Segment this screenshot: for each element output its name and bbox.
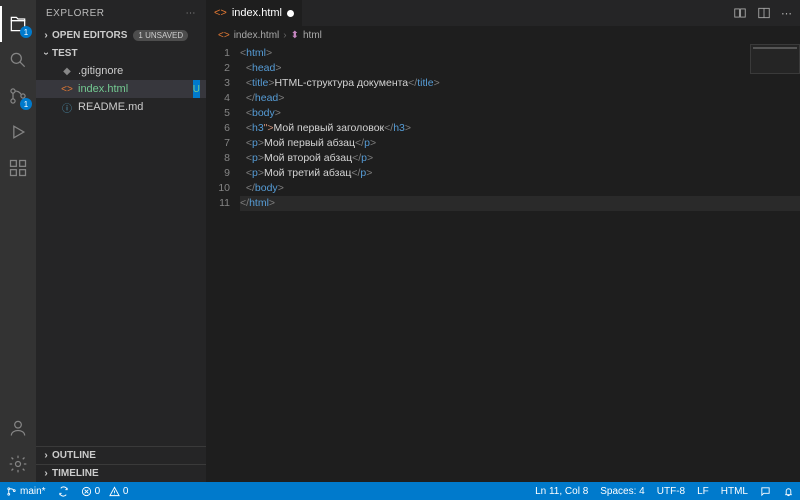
file-icon: ⓘ	[60, 100, 74, 114]
source-control-icon[interactable]: 1	[0, 78, 36, 114]
tab-bar: <> index.html ⋯	[206, 0, 800, 26]
error-count: 0	[95, 486, 101, 497]
sync-status[interactable]	[52, 482, 75, 500]
file-name: .gitignore	[78, 65, 123, 77]
compare-icon[interactable]	[733, 6, 747, 20]
unsaved-dot-icon	[287, 10, 294, 17]
account-icon[interactable]	[0, 410, 36, 446]
tab-index-html[interactable]: <> index.html	[206, 0, 302, 26]
feedback-icon[interactable]	[754, 482, 777, 500]
html-file-icon: <>	[214, 7, 227, 19]
search-icon[interactable]	[0, 42, 36, 78]
sidebar-more-icon[interactable]: ⋯	[186, 8, 197, 19]
eol-status[interactable]: LF	[691, 482, 715, 500]
file-icon: <>	[60, 82, 74, 96]
sidebar: EXPLORER ⋯ › OPEN EDITORS 1 UNSAVED › TE…	[36, 0, 206, 482]
breadcrumb-symbol[interactable]: html	[303, 30, 322, 41]
split-icon[interactable]	[757, 6, 771, 20]
html-file-icon: <>	[218, 30, 230, 41]
warning-count: 0	[123, 486, 129, 497]
chevron-right-icon: ›	[40, 30, 52, 41]
open-editors-section[interactable]: › OPEN EDITORS 1 UNSAVED	[36, 26, 206, 44]
gutter: 1234567891011	[206, 44, 240, 482]
workspace-section[interactable]: › TEST	[36, 44, 206, 62]
file-row[interactable]: <> index.html U	[36, 80, 206, 98]
indentation-status[interactable]: Spaces: 4	[594, 482, 650, 500]
outline-label: OUTLINE	[52, 450, 96, 461]
notifications-icon[interactable]	[777, 482, 800, 500]
branch-status[interactable]: main*	[0, 482, 52, 500]
file-name: README.md	[78, 101, 143, 113]
breadcrumbs[interactable]: <> index.html › ⬍ html	[206, 26, 800, 44]
unsaved-badge: 1 UNSAVED	[133, 30, 188, 41]
status-bar: main* 0 0 Ln 11, Col 8 Spaces: 4 UTF-8 L…	[0, 482, 800, 500]
activity-bar: 1 1	[0, 0, 36, 482]
timeline-section[interactable]: › TIMELINE	[36, 464, 206, 482]
minimap[interactable]	[750, 44, 800, 74]
cursor-position[interactable]: Ln 11, Col 8	[529, 482, 594, 500]
chevron-right-icon: ›	[40, 450, 52, 461]
code-content[interactable]: <html> <head> <title>HTML-структура доку…	[240, 44, 800, 482]
run-debug-icon[interactable]	[0, 114, 36, 150]
language-mode[interactable]: HTML	[715, 482, 754, 500]
tab-more-icon[interactable]: ⋯	[781, 7, 792, 20]
settings-gear-icon[interactable]	[0, 446, 36, 482]
sidebar-title: EXPLORER ⋯	[36, 0, 206, 26]
encoding-status[interactable]: UTF-8	[651, 482, 691, 500]
file-row[interactable]: ◆ .gitignore	[36, 62, 206, 80]
file-name: index.html	[78, 83, 128, 95]
outline-section[interactable]: › OUTLINE	[36, 446, 206, 464]
explorer-icon[interactable]: 1	[0, 6, 36, 42]
branch-name: main*	[20, 486, 46, 497]
open-editors-label: OPEN EDITORS	[52, 30, 127, 41]
breadcrumb-sep: ›	[283, 30, 286, 41]
tab-filename: index.html	[232, 7, 282, 19]
chevron-right-icon: ›	[40, 468, 52, 479]
sidebar-title-text: EXPLORER	[46, 8, 104, 19]
breadcrumb-file[interactable]: index.html	[234, 30, 280, 41]
file-row[interactable]: ⓘ README.md	[36, 98, 206, 116]
file-icon: ◆	[60, 64, 74, 78]
tab-actions: ⋯	[725, 0, 800, 26]
workspace-name: TEST	[52, 48, 78, 59]
git-status: U	[193, 80, 200, 98]
chevron-down-icon: ›	[41, 47, 52, 59]
extensions-icon[interactable]	[0, 150, 36, 186]
problems-status[interactable]: 0 0	[75, 482, 135, 500]
editor-pane: <> index.html ⋯ <> index.html › ⬍ html 1…	[206, 0, 800, 482]
code-area[interactable]: 1234567891011 <html> <head> <title>HTML-…	[206, 44, 800, 482]
explorer-badge: 1	[20, 26, 32, 38]
file-tree: ◆ .gitignore <> index.html Uⓘ README.md	[36, 62, 206, 446]
timeline-label: TIMELINE	[52, 468, 99, 479]
scm-badge: 1	[20, 98, 32, 110]
symbol-icon: ⬍	[291, 30, 299, 41]
